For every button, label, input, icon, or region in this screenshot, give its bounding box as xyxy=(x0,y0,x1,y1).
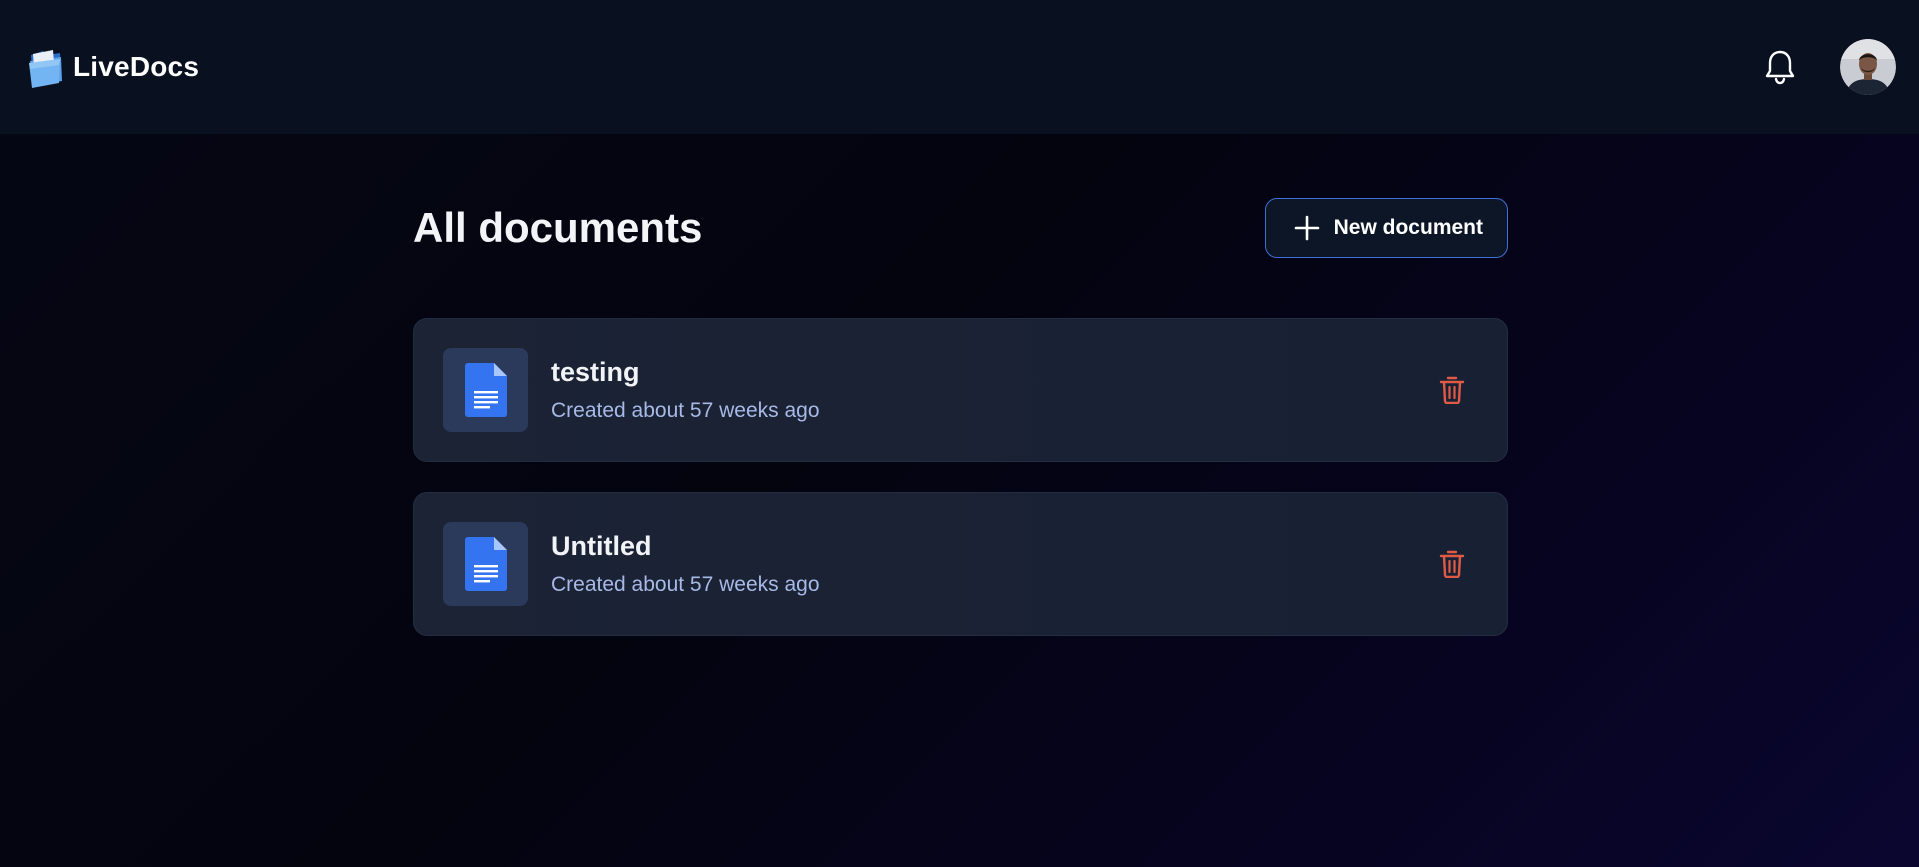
document-info: Untitled Created about 57 weeks ago xyxy=(551,529,1429,599)
brand[interactable]: LiveDocs xyxy=(27,45,199,89)
bell-icon xyxy=(1765,50,1795,85)
avatar[interactable] xyxy=(1840,39,1896,95)
brand-name: LiveDocs xyxy=(73,51,200,82)
delete-document-button[interactable] xyxy=(1429,367,1475,413)
header-actions xyxy=(1760,39,1896,95)
new-document-label: New document xyxy=(1333,216,1483,239)
document-thumbnail xyxy=(443,348,528,432)
notifications-button[interactable] xyxy=(1760,47,1800,87)
document-list: testing Created about 57 weeks ago Untit… xyxy=(413,318,1508,636)
document-info: testing Created about 57 weeks ago xyxy=(551,355,1429,425)
document-icon xyxy=(464,363,507,417)
trash-icon xyxy=(1439,376,1465,404)
document-thumbnail xyxy=(443,522,528,606)
document-card[interactable]: Untitled Created about 57 weeks ago xyxy=(413,492,1508,636)
page-title: All documents xyxy=(413,204,703,251)
document-icon xyxy=(464,537,507,591)
document-created: Created about 57 weeks ago xyxy=(551,573,820,596)
plus-icon xyxy=(1294,215,1319,241)
top-header: LiveDocs xyxy=(0,0,1919,134)
document-created: Created about 57 weeks ago xyxy=(551,399,820,422)
document-title: Untitled xyxy=(551,531,652,561)
delete-document-button[interactable] xyxy=(1429,541,1475,587)
trash-icon xyxy=(1439,550,1465,578)
documents-section: All documents New document testing Creat… xyxy=(413,198,1508,636)
document-title: testing xyxy=(551,357,640,387)
new-document-button[interactable]: New document xyxy=(1264,198,1508,258)
document-card[interactable]: testing Created about 57 weeks ago xyxy=(413,318,1508,462)
folder-icon xyxy=(29,50,62,88)
documents-toolbar: All documents New document xyxy=(413,198,1508,258)
